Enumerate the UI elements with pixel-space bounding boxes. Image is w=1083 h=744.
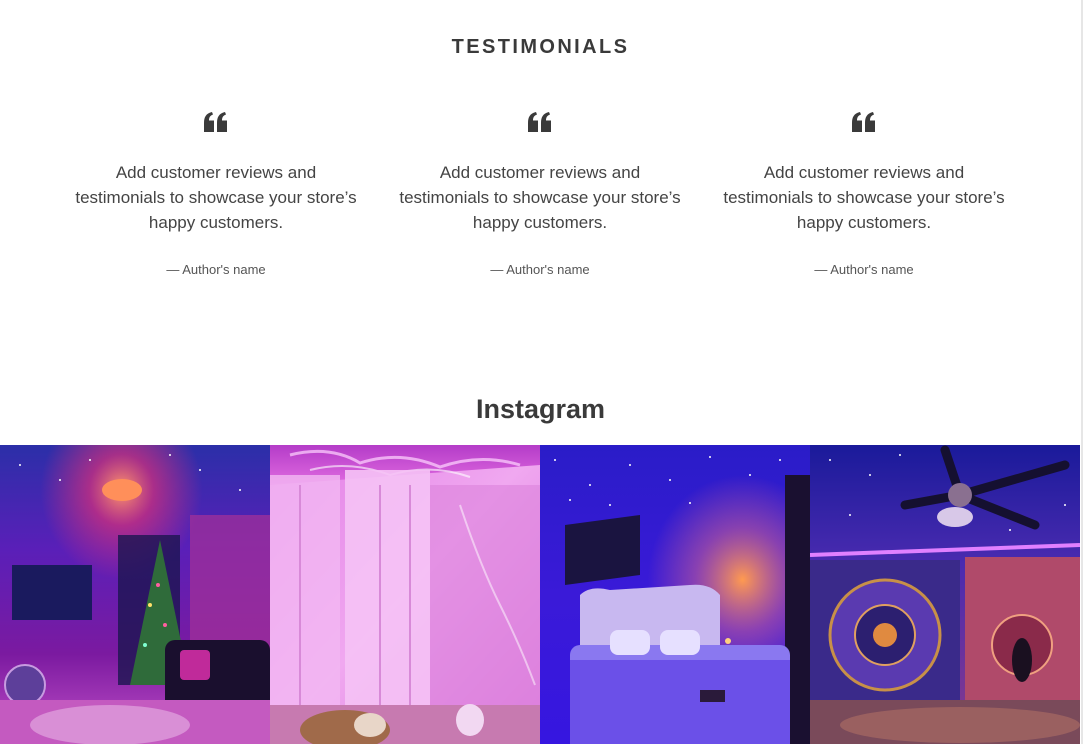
quote-icon <box>394 112 686 146</box>
instagram-post[interactable] <box>0 445 270 744</box>
testimonial-text: Add customer reviews and testimonials to… <box>399 163 681 232</box>
testimonials-heading: TESTIMONIALS <box>451 36 630 58</box>
testimonial-card: Add customer reviews and testimonials to… <box>702 112 1026 277</box>
testimonial-text: Add customer reviews and testimonials to… <box>75 163 357 232</box>
instagram-photo <box>540 445 810 744</box>
quote-icon <box>718 112 1010 146</box>
instagram-photo <box>0 445 270 744</box>
instagram-heading: Instagram <box>475 394 606 424</box>
testimonial-list: Add customer reviews and testimonials to… <box>54 112 1026 277</box>
testimonial-card: Add customer reviews and testimonials to… <box>378 112 702 277</box>
testimonial-author: — Author's name <box>490 262 590 277</box>
instagram-photo <box>270 445 540 744</box>
instagram-feed <box>0 445 1081 744</box>
instagram-post[interactable] <box>540 445 810 744</box>
quote-icon <box>70 112 362 146</box>
instagram-post[interactable] <box>270 445 540 744</box>
testimonial-text: Add customer reviews and testimonials to… <box>723 163 1005 232</box>
instagram-post[interactable] <box>810 445 1080 744</box>
testimonial-author: — Author's name <box>814 262 914 277</box>
instagram-photo <box>810 445 1080 744</box>
page: TESTIMONIALS Add customer reviews and te… <box>0 0 1081 744</box>
testimonial-card: Add customer reviews and testimonials to… <box>54 112 378 277</box>
testimonial-author: — Author's name <box>166 262 266 277</box>
